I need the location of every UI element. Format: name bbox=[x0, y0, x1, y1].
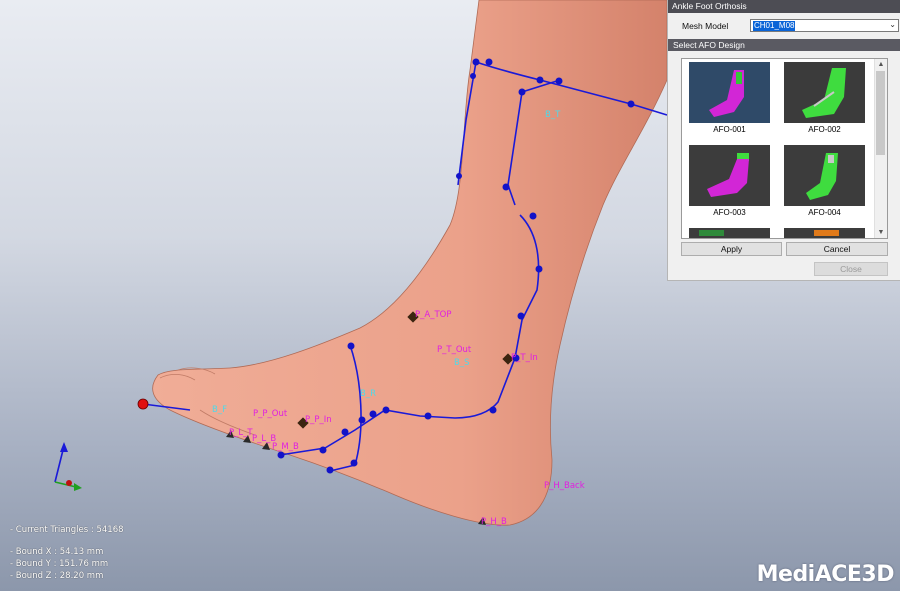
landmark-label: P_H_Back bbox=[544, 481, 585, 491]
triangle-count: - Current Triangles : 54168 bbox=[10, 525, 124, 535]
landmark-label: P_L_T bbox=[229, 428, 253, 438]
mesh-stats: - Current Triangles : 54168 - Bound X : … bbox=[10, 524, 124, 582]
landmark-label: P_T_Out bbox=[437, 345, 472, 355]
design-label: AFO-004 bbox=[808, 208, 841, 217]
landmark-label: P_T_In bbox=[511, 353, 538, 363]
dialog-title: Ankle Foot Orthosis bbox=[668, 0, 900, 13]
landmark-label: P_L_B bbox=[252, 434, 276, 444]
bound-z: - Bound Z : 28.20 mm bbox=[10, 571, 104, 581]
design-card[interactable]: AFO-004 bbox=[784, 145, 865, 217]
design-thumbnail bbox=[689, 145, 770, 206]
design-card[interactable] bbox=[784, 228, 865, 238]
scroll-down-icon[interactable]: ▼ bbox=[875, 227, 887, 238]
landmark-label: P_H_B bbox=[481, 517, 507, 527]
design-thumbnail bbox=[784, 145, 865, 206]
apply-button[interactable]: Apply bbox=[681, 242, 782, 256]
bound-y: - Bound Y : 151.76 mm bbox=[10, 559, 109, 569]
landmark-label: P_A_TOP bbox=[415, 310, 451, 320]
brand-logo: MediACE3D bbox=[756, 562, 895, 587]
afo-dialog: Ankle Foot Orthosis Mesh Model CH01_M08 … bbox=[667, 0, 900, 281]
gallery-scrollbar[interactable]: ▲ ▼ bbox=[874, 59, 887, 238]
design-thumbnail bbox=[784, 62, 865, 123]
guide-label: B_R bbox=[360, 389, 376, 399]
design-label: AFO-003 bbox=[713, 208, 746, 217]
guide-label: B_T bbox=[545, 110, 561, 120]
mesh-model-row: Mesh Model CH01_M08 ⌄ bbox=[682, 18, 899, 34]
design-thumbnail bbox=[689, 62, 770, 123]
axis-gizmo bbox=[54, 442, 82, 491]
select-design-header: Select AFO Design bbox=[668, 39, 900, 51]
close-button[interactable]: Close bbox=[814, 262, 888, 276]
chevron-down-icon[interactable]: ⌄ bbox=[889, 20, 896, 29]
scrollbar-thumb[interactable] bbox=[876, 71, 885, 155]
mesh-model-select[interactable]: CH01_M08 ⌄ bbox=[750, 19, 899, 32]
design-thumbnail bbox=[689, 228, 770, 238]
guide-label: B_S bbox=[454, 358, 469, 368]
bound-x: - Bound X : 54.13 mm bbox=[10, 547, 104, 557]
start-point-marker[interactable] bbox=[137, 398, 149, 410]
mesh-model-value: CH01_M08 bbox=[753, 21, 796, 31]
guide-label: B_F bbox=[212, 405, 227, 415]
cancel-button[interactable]: Cancel bbox=[786, 242, 888, 256]
design-label: AFO-002 bbox=[808, 125, 841, 134]
design-card[interactable]: AFO-001 bbox=[689, 62, 770, 134]
foot-mesh bbox=[152, 0, 668, 526]
landmark-label: P_P_Out bbox=[253, 409, 288, 419]
design-card[interactable]: AFO-003 bbox=[689, 145, 770, 217]
mesh-model-label: Mesh Model bbox=[682, 21, 729, 31]
landmark-label: P_P_In bbox=[305, 415, 332, 425]
design-card[interactable]: AFO-002 bbox=[784, 62, 865, 134]
design-thumbnail bbox=[784, 228, 865, 238]
design-gallery: AFO-001 AFO-002 AFO-003 AFO-004 ▲ ▼ bbox=[681, 58, 888, 239]
design-card[interactable] bbox=[689, 228, 770, 238]
scroll-up-icon[interactable]: ▲ bbox=[875, 59, 887, 70]
design-label: AFO-001 bbox=[713, 125, 746, 134]
